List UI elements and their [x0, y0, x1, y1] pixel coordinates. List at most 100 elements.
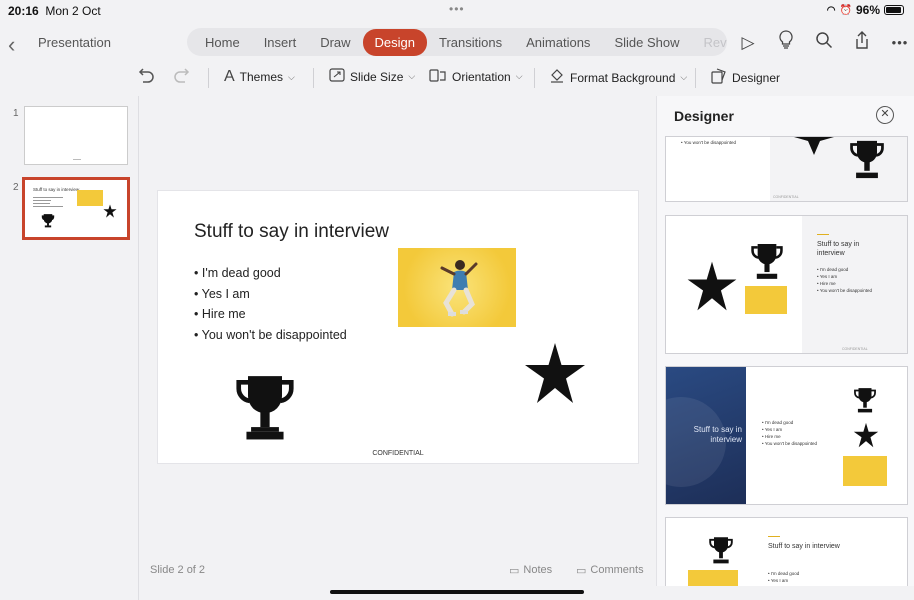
person-figure — [440, 260, 478, 317]
trophy-icon — [854, 388, 876, 413]
format-background-button[interactable]: Format Background ⌵ — [549, 68, 687, 87]
paint-bucket-icon — [549, 68, 565, 87]
star-icon — [794, 137, 834, 155]
accent-line — [768, 536, 780, 537]
slide-thumbnail-1[interactable] — [24, 106, 128, 165]
star-icon[interactable] — [523, 341, 587, 405]
themes-label: Themes — [239, 70, 284, 84]
undo-icon[interactable] — [137, 68, 155, 84]
card-photo — [745, 286, 787, 314]
alarm-icon: ⏰ — [839, 4, 852, 16]
ribbon-divider — [695, 68, 696, 88]
design-idea-card-4[interactable]: Stuff to say in interview • I'm dead goo… — [665, 517, 908, 586]
designer-button[interactable]: Designer — [711, 68, 780, 87]
tab-home[interactable]: Home — [193, 29, 252, 56]
designer-pane: Designer ✕ • You won't be disappointed C… — [656, 96, 914, 586]
card-title: Stuff to say in interview — [817, 241, 860, 257]
multitask-dots-icon[interactable]: ••• — [449, 2, 465, 16]
card-bullets: • I'm dead good • Yes I am • Hire me • Y… — [762, 419, 817, 447]
card-photo — [688, 570, 738, 586]
card-bullet: • I'm dead good — [762, 420, 794, 425]
close-icon[interactable]: ✕ — [876, 106, 894, 124]
designer-icon — [711, 68, 727, 87]
search-icon[interactable] — [814, 31, 834, 54]
slide-canvas[interactable]: Stuff to say in interview I'm dead good … — [158, 191, 638, 463]
wifi-icon: ◠ — [826, 4, 836, 16]
trophy-icon[interactable] — [234, 373, 296, 441]
jumping-person-photo[interactable] — [398, 248, 516, 327]
thumb-number: 1 — [13, 108, 19, 119]
thumb-photo — [77, 190, 103, 206]
notes-label: Notes — [523, 564, 553, 576]
ribbon-divider — [534, 68, 535, 88]
slide-size-icon — [329, 68, 345, 85]
chevron-down-icon: ⌵ — [288, 71, 295, 82]
trophy-icon — [751, 244, 783, 279]
tab-draw[interactable]: Draw — [308, 29, 362, 56]
tab-slide-show[interactable]: Slide Show — [602, 29, 691, 56]
battery-icon — [884, 5, 904, 15]
bullet-item[interactable]: Hire me — [194, 304, 347, 325]
designer-label: Designer — [732, 70, 781, 85]
slide-thumbnail-2[interactable]: Stuff to say in interview — [22, 177, 130, 240]
slide-bullet-list[interactable]: I'm dead good Yes I am Hire me You won't… — [194, 263, 347, 345]
orientation-label: Orientation — [452, 69, 511, 84]
tab-animations[interactable]: Animations — [514, 29, 602, 56]
card-bullet: • You won't be disappointed — [762, 441, 817, 446]
chevron-down-icon: ⌵ — [408, 71, 416, 81]
comments-button[interactable]: ▭ Comments — [576, 564, 644, 577]
lightbulb-icon[interactable] — [776, 30, 796, 55]
card-bullet: • You won't be disappointed — [817, 288, 872, 293]
slide-footer-confidential: CONFIDENTIAL — [372, 450, 424, 457]
app-toolbar: ‹ Presentation Home Insert Draw Design T… — [0, 26, 914, 60]
status-time: 20:16 Mon 2 Oct — [8, 4, 101, 18]
thumb-title: Stuff to say in interview — [33, 187, 80, 192]
ribbon-divider — [313, 68, 314, 88]
thumb-lines — [33, 195, 63, 209]
redo-icon[interactable] — [173, 68, 191, 84]
notes-button[interactable]: ▭ Notes — [509, 564, 552, 577]
back-button[interactable]: ‹ — [8, 32, 15, 58]
presentation-title[interactable]: Presentation — [38, 35, 111, 50]
comment-icon: ▭ — [576, 565, 587, 577]
slide-title[interactable]: Stuff to say in interview — [194, 221, 389, 243]
comments-label: Comments — [590, 564, 644, 576]
card-bullet: • Hire me — [817, 281, 836, 286]
slide-size-button[interactable]: Slide Size ⌵ — [329, 68, 415, 85]
notes-icon: ▭ — [509, 565, 520, 577]
tab-transitions[interactable]: Transitions — [427, 29, 514, 56]
share-icon[interactable] — [852, 30, 872, 55]
design-idea-card-1[interactable]: • You won't be disappointed CONFIDENTIAL — [665, 136, 908, 202]
trophy-icon — [41, 214, 55, 228]
design-ribbon: A Themes ⌵ Slide Size ⌵ Orientation ⌵ Fo… — [0, 62, 914, 94]
tab-review[interactable]: Revie — [691, 29, 727, 56]
home-indicator[interactable] — [330, 590, 584, 594]
card-photo — [843, 456, 887, 486]
card-dark-panel: Stuff to say in interview — [666, 367, 746, 504]
card-bullet: • Yes I am — [768, 578, 789, 583]
card-conf: CONFIDENTIAL — [842, 347, 868, 351]
accent-line — [817, 234, 829, 235]
card-bullet: • Hire me — [762, 434, 781, 439]
card-conf: CONFIDENTIAL — [773, 195, 799, 199]
star-icon — [853, 422, 879, 448]
thumb-footer — [73, 159, 81, 160]
slide-thumbnail-panel: 1 2 Stuff to say in interview — [0, 96, 139, 600]
bullet-item[interactable]: I'm dead good — [194, 263, 347, 284]
design-idea-card-3[interactable]: Stuff to say in interview • I'm dead goo… — [665, 366, 908, 505]
more-icon[interactable]: ••• — [890, 35, 910, 50]
chevron-down-icon: ⌵ — [515, 71, 523, 81]
tab-design[interactable]: Design — [362, 28, 428, 56]
card-bullet: • Yes I am — [762, 427, 783, 432]
play-icon[interactable]: ▷ — [738, 33, 758, 53]
card-bullet: • Yes I am — [817, 274, 838, 279]
bullet-item[interactable]: Yes I am — [194, 284, 347, 305]
trophy-icon — [709, 537, 733, 564]
tab-insert[interactable]: Insert — [252, 29, 309, 56]
orientation-button[interactable]: Orientation ⌵ — [429, 68, 523, 85]
bullet-item[interactable]: You won't be disappointed — [194, 325, 347, 346]
orientation-icon — [429, 68, 447, 85]
design-idea-card-2[interactable]: Stuff to say in interview • I'm dead goo… — [665, 215, 908, 354]
themes-button[interactable]: A Themes ⌵ — [224, 68, 295, 86]
slide-counter: Slide 2 of 2 — [150, 564, 206, 576]
